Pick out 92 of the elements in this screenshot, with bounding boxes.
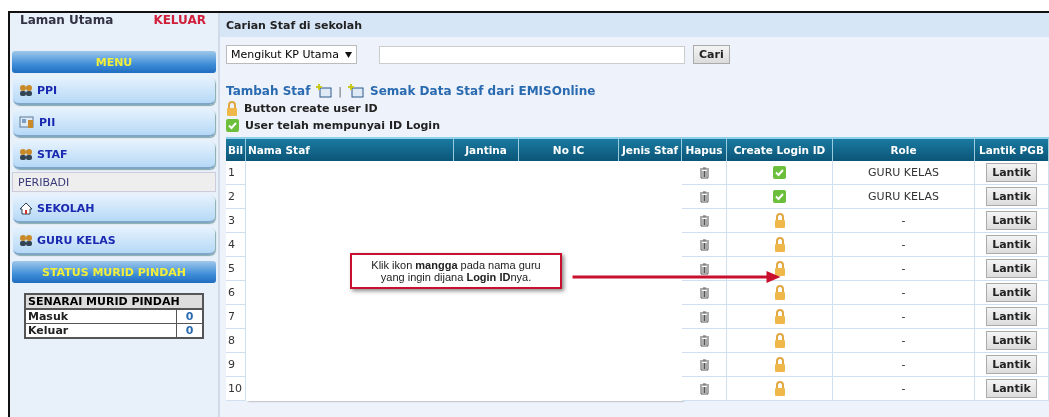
table-cell: - xyxy=(833,305,975,329)
column-header: Role xyxy=(833,137,975,161)
table-cell: 5 xyxy=(226,257,246,281)
table-cell: - xyxy=(833,353,975,377)
people-icon xyxy=(19,147,33,161)
appoint-button[interactable]: Lantik xyxy=(986,211,1037,230)
add-staff-link[interactable]: Tambah Staf xyxy=(226,84,311,98)
trash-icon[interactable] xyxy=(698,214,710,227)
table-cell: 9 xyxy=(226,353,246,377)
table-cell: - xyxy=(833,377,975,401)
table-cell: 1 xyxy=(226,161,246,185)
padlock-icon xyxy=(773,332,786,349)
table-cell: - xyxy=(833,257,975,281)
submenu-item[interactable]: PERIBADI xyxy=(12,172,216,192)
appoint-button[interactable]: Lantik xyxy=(986,235,1037,254)
table-cell: 2 xyxy=(226,185,246,209)
logout-link[interactable]: KELUAR xyxy=(153,13,206,47)
trash-icon[interactable] xyxy=(698,238,710,251)
appoint-button[interactable]: Lantik xyxy=(986,379,1037,398)
padlock-icon xyxy=(773,284,786,301)
appoint-button[interactable]: Lantik xyxy=(986,187,1037,206)
padlock-icon xyxy=(226,100,238,117)
table-cell: 10 xyxy=(226,377,246,401)
menu-item[interactable]: SEKOLAH xyxy=(13,195,215,223)
count-cell: 0 xyxy=(176,310,202,323)
padlock-icon xyxy=(773,260,786,277)
trash-icon[interactable] xyxy=(698,190,710,203)
appoint-button[interactable]: Lantik xyxy=(986,307,1037,326)
callout-note: Klik ikon mangga pada nama guru yang ingin dijana Login IDnya. xyxy=(350,253,562,289)
card-icon xyxy=(19,115,35,129)
table-cell: 4 xyxy=(226,233,246,257)
home-link[interactable]: Laman Utama xyxy=(20,13,114,47)
column-header: Jenis Staf xyxy=(619,137,682,161)
trash-icon[interactable] xyxy=(698,334,710,347)
table-cell: GURU KELAS xyxy=(833,161,975,185)
menu-item[interactable]: STAF xyxy=(13,141,215,169)
page-title: Carian Staf di sekolah xyxy=(220,13,1049,37)
checkmark-icon xyxy=(773,166,786,179)
column-header: Hapus xyxy=(682,137,727,161)
trash-icon[interactable] xyxy=(698,382,710,395)
padlock-icon xyxy=(773,356,786,373)
trash-icon[interactable] xyxy=(698,166,710,179)
count-cell: 0 xyxy=(176,324,202,337)
checkmark-icon xyxy=(226,119,239,132)
padlock-icon xyxy=(773,308,786,325)
table-cell: 6 xyxy=(226,281,246,305)
checkmark-icon xyxy=(773,190,786,203)
people-icon xyxy=(19,233,33,247)
table-cell: - xyxy=(833,281,975,305)
legend-text: Button create user ID xyxy=(244,102,378,115)
table-cell: 3 xyxy=(226,209,246,233)
appoint-button[interactable]: Lantik xyxy=(986,355,1037,374)
table-cell: 7 xyxy=(226,305,246,329)
menu-item[interactable]: PPI xyxy=(13,77,215,105)
column-header: No IC xyxy=(519,137,619,161)
appoint-button[interactable]: Lantik xyxy=(986,259,1037,278)
menu-item[interactable]: GURU KELAS xyxy=(13,227,215,255)
filter-dropdown[interactable]: Mengikut KP Utama xyxy=(226,45,357,64)
search-button[interactable]: Cari xyxy=(693,45,730,64)
menu-item[interactable]: PII xyxy=(13,109,215,137)
trash-icon[interactable] xyxy=(698,262,710,275)
padlock-icon xyxy=(773,236,786,253)
appoint-button[interactable]: Lantik xyxy=(986,331,1037,350)
check-data-link[interactable]: Semak Data Staf dari EMISOnline xyxy=(370,84,596,98)
separator: | xyxy=(338,84,343,98)
table-title: SENARAI MURID PINDAH xyxy=(26,295,202,309)
table-cell: 8 xyxy=(226,329,246,353)
padlock-icon xyxy=(773,380,786,397)
trash-icon[interactable] xyxy=(698,310,710,323)
table-cell-text: Masuk xyxy=(27,310,70,323)
column-header: Jantina xyxy=(454,137,519,161)
appoint-button[interactable]: Lantik xyxy=(986,163,1037,182)
dropdown-arrow-icon xyxy=(345,51,352,58)
table-cell: - xyxy=(833,329,975,353)
column-header: Bil xyxy=(226,137,246,161)
appoint-button[interactable]: Lantik xyxy=(986,283,1037,302)
table-cell: - xyxy=(833,233,975,257)
table-cell: GURU KELAS xyxy=(833,185,975,209)
section-header: STATUS MURID PINDAH xyxy=(12,261,216,283)
column-header: Nama Staf xyxy=(246,137,454,161)
table-cell-text: Keluar xyxy=(27,324,70,337)
legend-text: User telah mempunyai ID Login xyxy=(245,119,440,132)
padlock-icon xyxy=(773,212,786,229)
column-header: Lantik PGB xyxy=(975,137,1049,161)
people-icon xyxy=(19,83,33,97)
search-field[interactable] xyxy=(379,45,685,64)
column-header: Create Login ID xyxy=(727,137,833,161)
menu-header: MENU xyxy=(12,51,216,73)
table-cell: - xyxy=(833,209,975,233)
house-icon xyxy=(19,201,33,215)
trash-icon[interactable] xyxy=(698,358,710,371)
trash-icon[interactable] xyxy=(698,286,710,299)
